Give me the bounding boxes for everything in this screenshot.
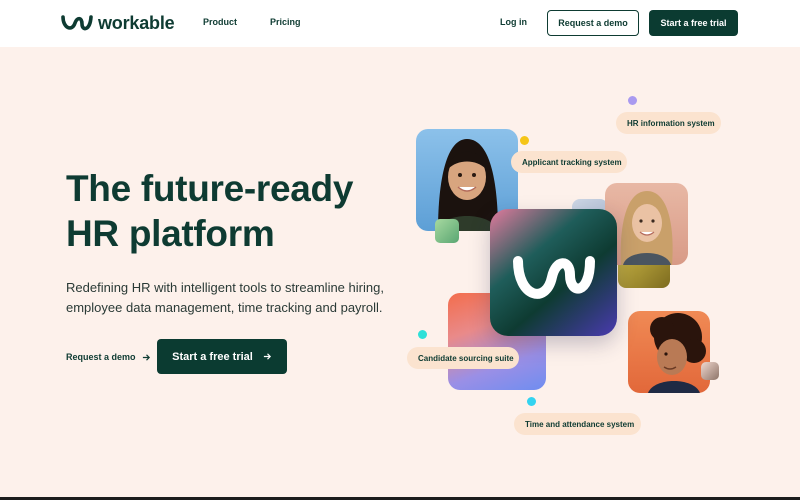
hero-title-line2: HR platform xyxy=(66,213,275,254)
employee-photo-card xyxy=(628,311,710,393)
top-navigation-bar: workable Product Pricing Log in Request … xyxy=(0,0,800,47)
employee-photo-card xyxy=(605,183,688,265)
hero-title-line1: The future-ready xyxy=(66,168,354,209)
hero-request-demo-label: Request a demo xyxy=(66,352,136,362)
feature-pill-hr-information: HR information system xyxy=(616,112,721,134)
workable-app-tile xyxy=(490,209,617,336)
workable-w-logo-icon xyxy=(513,256,595,299)
hero-title: The future-ready HR platform xyxy=(66,166,406,256)
nav-pricing[interactable]: Pricing xyxy=(270,17,301,27)
decorative-tile xyxy=(435,219,459,243)
person-portrait-image xyxy=(620,191,673,265)
hero-subtitle-line2: employee data management, time tracking … xyxy=(66,300,383,315)
decorative-tile xyxy=(701,362,719,380)
arrow-right-icon xyxy=(142,353,150,361)
nav-login[interactable]: Log in xyxy=(500,17,527,27)
decorative-dot xyxy=(520,136,529,145)
logo-text: workable xyxy=(98,12,175,33)
feature-pill-candidate-sourcing: Candidate sourcing suite xyxy=(407,347,519,369)
decorative-dot xyxy=(418,330,427,339)
hero-subtitle: Redefining HR with intelligent tools to … xyxy=(66,278,406,318)
hero-request-demo-link[interactable]: Request a demo xyxy=(66,352,151,362)
decorative-dot xyxy=(628,96,637,105)
person-portrait-image xyxy=(648,313,706,393)
start-free-trial-button-top[interactable]: Start a free trial xyxy=(649,10,738,36)
arrow-right-icon xyxy=(263,353,271,360)
feature-pill-time-attendance: Time and attendance system xyxy=(514,413,641,435)
feature-pill-applicant-tracking: Applicant tracking system xyxy=(511,151,627,173)
workable-logo[interactable]: workable xyxy=(60,10,175,36)
request-demo-button[interactable]: Request a demo xyxy=(547,10,639,36)
hero-start-free-trial-button[interactable]: Start a free trial xyxy=(157,339,287,374)
decorative-dot xyxy=(527,397,536,406)
workable-w-logo-icon xyxy=(61,15,93,31)
hero-cta-label: Start a free trial xyxy=(172,350,253,363)
hero-subtitle-line1: Redefining HR with intelligent tools to … xyxy=(66,280,384,295)
nav-product[interactable]: Product xyxy=(203,17,237,27)
